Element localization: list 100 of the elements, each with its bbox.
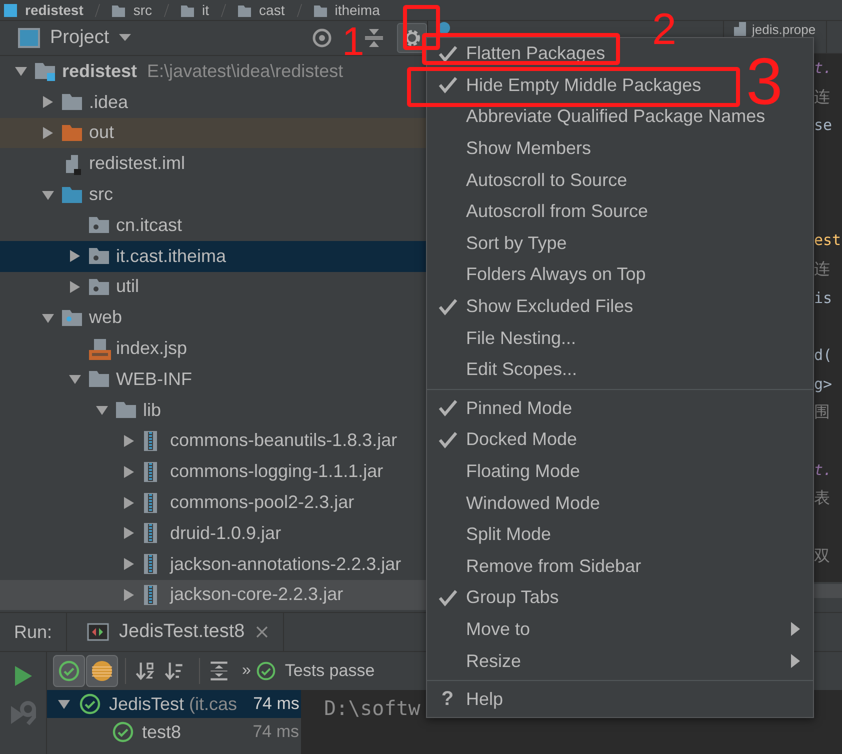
- tree-item-label: druid-1.0.9.jar: [170, 522, 282, 544]
- tree-row[interactable]: util: [0, 272, 427, 302]
- folder-icon: [62, 92, 82, 112]
- tree-row[interactable]: cn.itcast: [0, 210, 427, 241]
- collapsed-arrow-icon[interactable]: [41, 126, 55, 140]
- menu-item[interactable]: Show Members: [427, 132, 604, 164]
- collapse-all-icon[interactable]: [363, 27, 385, 49]
- tree-row[interactable]: commons-beanutils-1.8.3.jar: [0, 426, 427, 456]
- collapsed-arrow-icon[interactable]: [68, 280, 82, 294]
- tree-item-label: cn.itcast: [116, 214, 182, 236]
- tree-row[interactable]: index.jsp: [0, 333, 427, 364]
- tree-item-label: redistest.iml: [89, 153, 186, 174]
- code-text: 表: [814, 488, 830, 508]
- tree-item-label: redistest: [62, 60, 138, 82]
- collapsed-arrow-icon[interactable]: [41, 95, 55, 110]
- run-icon[interactable]: [12, 664, 34, 688]
- breadcrumb-item[interactable]: redistest: [25, 1, 84, 19]
- tree-row[interactable]: jackson-core-2.2.3.jar: [0, 580, 427, 610]
- tree-item-label: src: [89, 184, 113, 206]
- path-text: E:\javatest\idea\redistest: [147, 60, 344, 82]
- tree-row[interactable]: web: [0, 302, 427, 334]
- tree-row[interactable]: out: [0, 118, 427, 148]
- jsp-file-icon: [89, 338, 111, 360]
- code-text: 双: [814, 546, 830, 565]
- tree-row[interactable]: commons-logging-1.1.1.jar: [0, 456, 427, 488]
- expanded-arrow-icon[interactable]: [68, 372, 82, 386]
- tree-row[interactable]: src: [0, 179, 427, 210]
- dropdown-caret-icon[interactable]: [119, 34, 132, 42]
- menu-item[interactable]: Flatten Packages: [427, 38, 618, 70]
- menu-item[interactable]: Move to: [427, 614, 813, 646]
- annotation-number: 3: [746, 48, 783, 114]
- show-passed-toggle[interactable]: [53, 655, 85, 687]
- menu-item[interactable]: Split Mode: [427, 518, 564, 550]
- collapsed-arrow-icon[interactable]: [122, 557, 136, 572]
- breadcrumb-item[interactable]: itheima: [334, 1, 380, 19]
- folder-icon: [62, 184, 82, 205]
- collapsed-arrow-icon[interactable]: [68, 249, 82, 264]
- menu-item[interactable]: Sort by Type: [427, 228, 579, 260]
- tree-row[interactable]: .idea: [0, 86, 427, 118]
- tree-row[interactable]: commons-pool2-2.3.jar: [0, 487, 427, 518]
- passed-icon: [112, 721, 134, 743]
- folder-icon: [314, 4, 327, 16]
- menu-item[interactable]: Windowed Mode: [427, 487, 612, 519]
- tree-item-label: WEB-INF: [116, 368, 192, 390]
- menu-item[interactable]: Docked Mode: [427, 424, 590, 456]
- show-ignored-toggle[interactable]: [86, 655, 118, 687]
- menu-item[interactable]: Resize: [427, 645, 813, 677]
- collapsed-arrow-icon[interactable]: [122, 464, 136, 479]
- code-text: d(: [814, 346, 832, 364]
- expanded-arrow-icon[interactable]: [57, 697, 71, 711]
- close-icon[interactable]: [254, 625, 269, 639]
- status-text: Tests passe: [284, 661, 375, 681]
- folder-icon: [116, 400, 136, 420]
- breadcrumb-item[interactable]: cast: [259, 1, 285, 19]
- duration-text: 74 ms: [252, 722, 299, 742]
- sort-alphabetically-icon[interactable]: [135, 661, 155, 681]
- breadcrumb-item[interactable]: it: [202, 1, 210, 19]
- jar-file-icon: [143, 522, 159, 544]
- menu-item[interactable]: Show Excluded Files: [427, 290, 646, 322]
- jar-file-icon: [143, 492, 159, 514]
- menu-item[interactable]: Hide Empty Middle Packages: [427, 70, 714, 102]
- menu-item[interactable]: Folders Always on Top: [427, 259, 658, 291]
- passed-icon: [79, 693, 101, 715]
- test-row[interactable]: JedisTest (it.cas 74 ms: [47, 690, 301, 718]
- folder-icon: [62, 122, 82, 143]
- tree-item-label: .idea: [89, 92, 128, 113]
- test-row[interactable]: test8 74 ms: [47, 718, 301, 746]
- more-button[interactable]: »: [242, 662, 251, 680]
- panel-title[interactable]: Project: [50, 27, 110, 49]
- run-tab[interactable]: JedisTest.test8: [66, 613, 284, 651]
- tree-row[interactable]: redistest.iml: [0, 148, 427, 180]
- folder-icon: [181, 4, 194, 16]
- locate-icon[interactable]: [311, 27, 333, 49]
- menu-item[interactable]: ? Help: [427, 684, 516, 716]
- menu-item[interactable]: Group Tabs: [427, 582, 571, 614]
- tree-item-label: out: [89, 122, 114, 144]
- collapsed-arrow-icon[interactable]: [122, 434, 136, 448]
- expanded-arrow-icon[interactable]: [14, 64, 28, 78]
- menu-item[interactable]: Autoscroll to Source: [427, 164, 640, 196]
- tree-row[interactable]: it.cast.itheima: [0, 240, 427, 272]
- tree-row[interactable]: jackson-annotations-2.2.3.jar: [0, 548, 427, 580]
- package-icon: [89, 215, 109, 236]
- tree-row[interactable]: druid-1.0.9.jar: [0, 518, 427, 549]
- collapsed-arrow-icon[interactable]: [122, 588, 136, 602]
- menu-item[interactable]: Edit Scopes...: [427, 354, 590, 386]
- menu-item[interactable]: Floating Mode: [427, 456, 592, 488]
- sort-by-duration-icon[interactable]: [164, 661, 184, 681]
- breadcrumb-item[interactable]: src: [133, 1, 152, 19]
- expanded-arrow-icon[interactable]: [95, 403, 109, 418]
- menu-item[interactable]: Pinned Mode: [427, 392, 584, 424]
- tree-row[interactable]: WEB-INF: [0, 364, 427, 395]
- collapsed-arrow-icon[interactable]: [122, 496, 136, 510]
- collapsed-arrow-icon[interactable]: [122, 526, 136, 540]
- menu-item[interactable]: Remove from Sidebar: [427, 550, 654, 582]
- expand-all-icon[interactable]: [209, 661, 229, 681]
- code-text: g>: [814, 374, 832, 393]
- menu-item[interactable]: Autoscroll from Source: [427, 196, 660, 228]
- class-file-icon: [438, 22, 450, 34]
- tree-row[interactable]: lib: [0, 394, 427, 426]
- menu-item[interactable]: File Nesting...: [427, 322, 588, 354]
